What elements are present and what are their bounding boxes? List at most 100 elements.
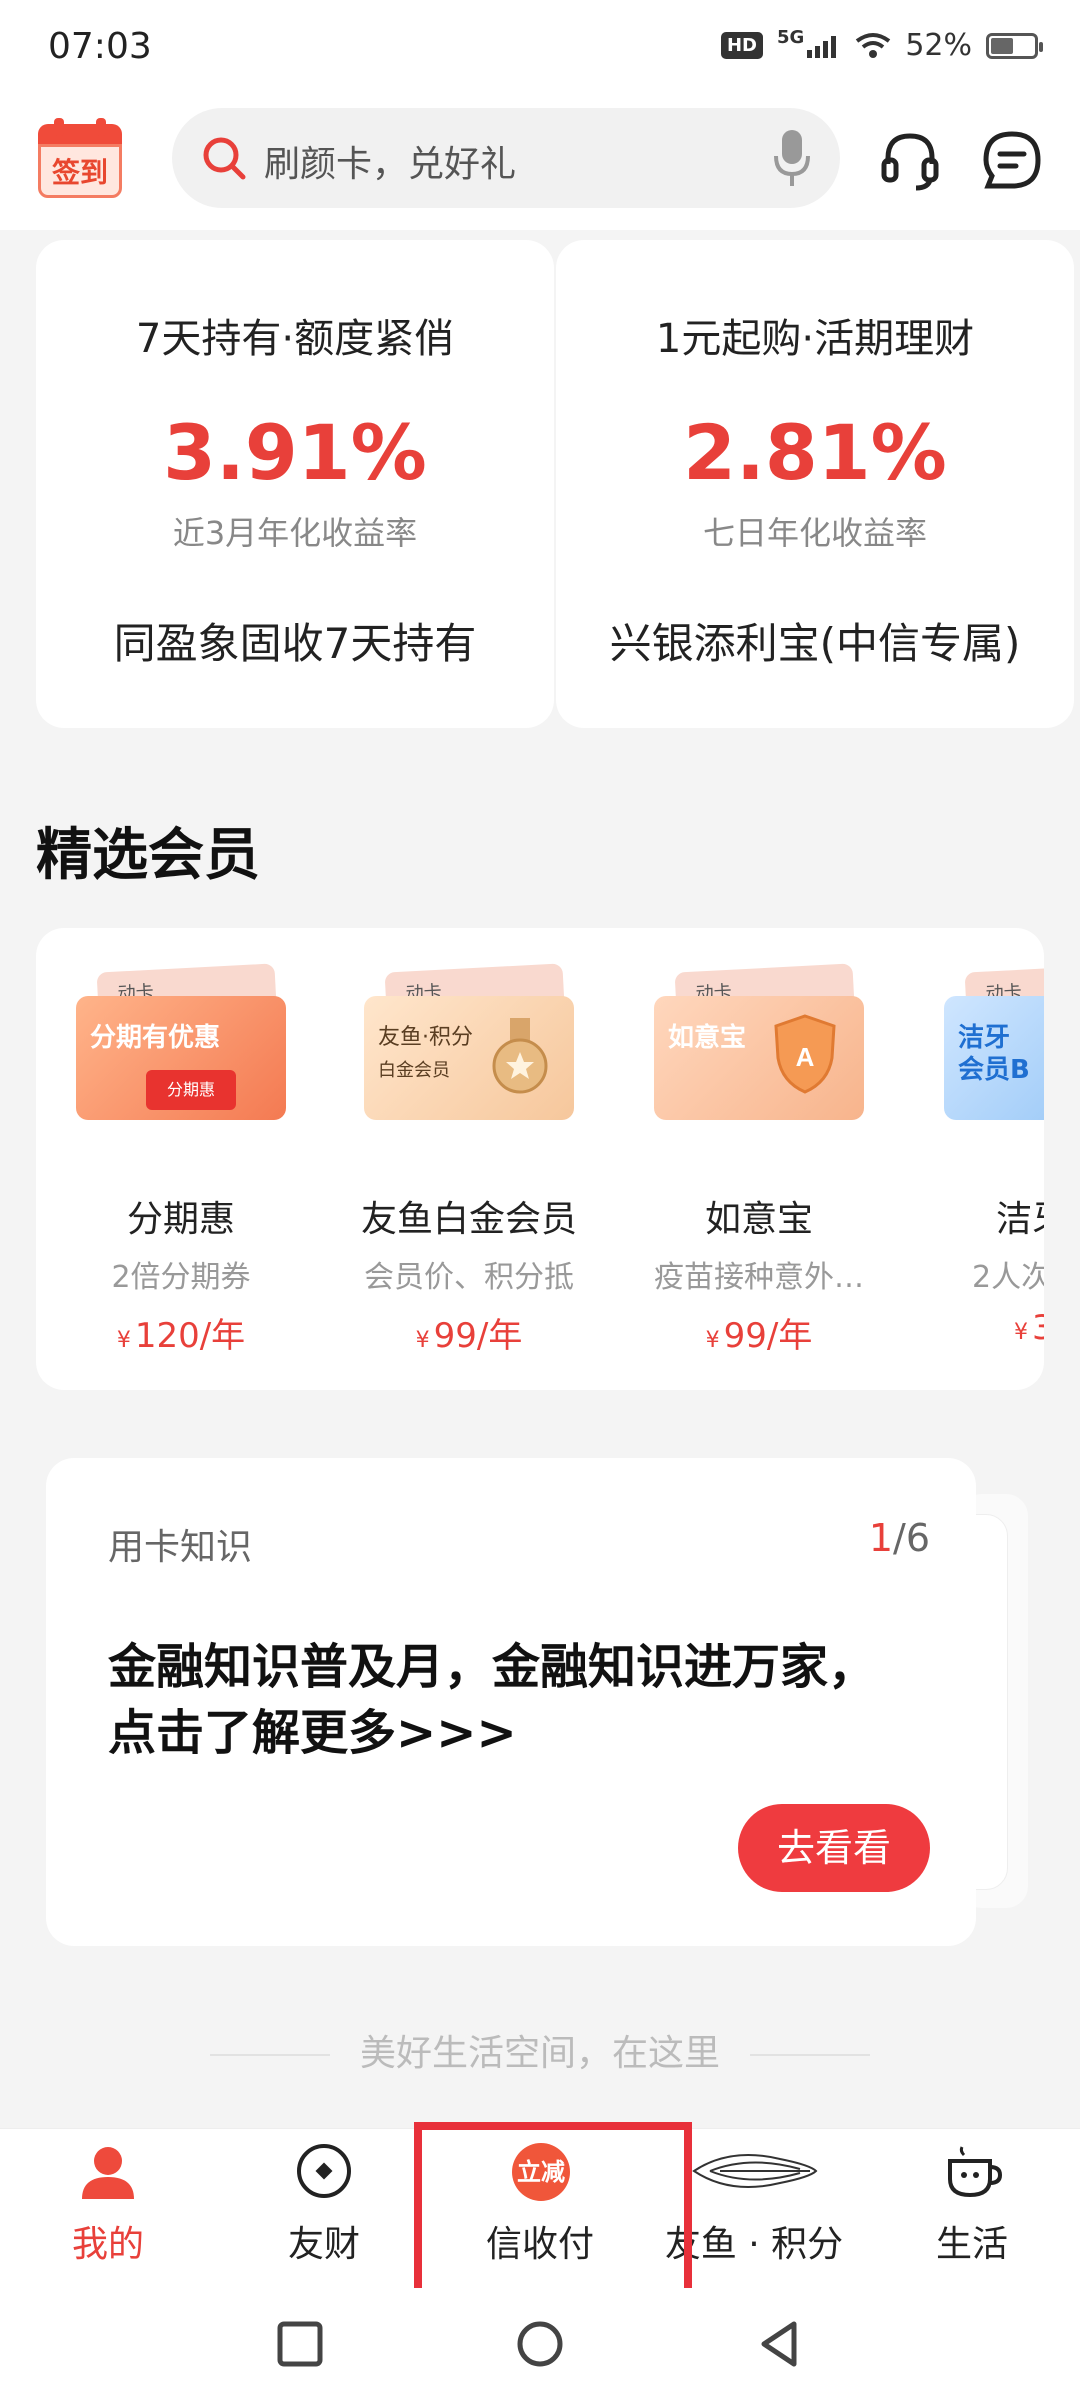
battery-percent: 52% (905, 28, 972, 63)
signal-icon: 5G (777, 27, 841, 58)
knowledge-text: 金融知识普及月，金融知识进万家，点击了解更多>>> (108, 1639, 877, 1761)
customer-service-icon[interactable] (878, 128, 942, 192)
card-image-title: 分期有优惠 (90, 1023, 221, 1053)
fish-icon (692, 2154, 818, 2188)
status-time: 07:03 (48, 26, 152, 67)
search-input[interactable]: 刷颜卡，兑好礼 (172, 108, 840, 208)
membership-item-dental[interactable]: 动卡 洁牙会员B 洁牙会 2人次、 ¥38 (904, 928, 1044, 1390)
tab-wealth[interactable]: 友财 (224, 2129, 424, 2289)
profile-icon (82, 2147, 134, 2199)
system-nav-bar (0, 2288, 1080, 2400)
svg-text:A: A (796, 1042, 815, 1072)
finance-card-current[interactable]: 1元起购·活期理财 2.81% 七日年化收益率 兴银添利宝(中信专属) (556, 240, 1074, 728)
membership-item-installment[interactable]: 动卡 分期有优惠 分期惠 分期惠 2倍分期券 ¥120/年 (36, 928, 326, 1390)
finance-card-title: 7天持有·额度紧俏 (135, 316, 455, 362)
recent-apps-icon[interactable] (272, 2316, 328, 2372)
search-icon (203, 137, 246, 180)
membership-price: ¥99/年 (324, 1308, 614, 1357)
membership-item-platinum[interactable]: 动卡 友鱼·积分 白金会员 友鱼白金会员 会员价、积分抵 ¥99/年 (324, 928, 614, 1390)
microphone-icon[interactable] (772, 128, 812, 188)
card-image-title: 洁牙 会员B (958, 1022, 1030, 1086)
knowledge-pagination: 1/6 (869, 1516, 930, 1560)
card-image-sub: 会员B (958, 1055, 1030, 1085)
finance-card-rate: 3.91% (163, 408, 427, 497)
card-front: 洁牙 会员B (944, 996, 1044, 1120)
checkin-button[interactable]: 签到 (38, 118, 122, 198)
membership-card-image: 动卡 友鱼·积分 白金会员 (364, 963, 574, 1120)
battery-icon (986, 32, 1043, 59)
finance-card-product: 同盈象固收7天持有 (113, 619, 477, 668)
price-value: 120/年 (134, 1316, 246, 1356)
tab-label: 生活 (935, 2224, 1008, 2265)
coin-icon (297, 2144, 351, 2198)
home-icon[interactable] (512, 2316, 568, 2372)
slogan: 美好生活空间，在这里 (0, 2024, 1080, 2076)
membership-price: ¥38 (1014, 1308, 1044, 1348)
calendar-ring-right (96, 118, 106, 136)
tab-label: 友财 (287, 2224, 360, 2265)
finance-card-rate: 2.81% (683, 408, 947, 497)
knowledge-card[interactable]: 用卡知识 1/6 金融知识普及月，金融知识进万家，点击了解更多>>> 去看看 (46, 1458, 976, 1946)
card-image-sub: 白金会员 (378, 1060, 450, 1081)
finance-card-rate-label: 七日年化收益率 (702, 514, 927, 552)
battery-level (991, 37, 1013, 54)
membership-name: 分期惠 (126, 1199, 235, 1240)
tab-mine[interactable]: 我的 (8, 2129, 208, 2289)
slogan-text: 美好生活空间，在这里 (359, 2033, 720, 2074)
calendar-icon (38, 124, 122, 146)
card-front: 分期有优惠 分期惠 (76, 996, 286, 1120)
membership-card-image: 动卡 洁牙 会员B (944, 963, 1044, 1120)
membership-card-image: 动卡 分期有优惠 分期惠 (76, 963, 286, 1120)
membership-name: 友鱼白金会员 (360, 1199, 577, 1240)
checkin-label: 签到 (38, 144, 122, 198)
knowledge-label: 用卡知识 (108, 1527, 253, 1568)
network-type: 5G (777, 26, 805, 48)
finance-card-rate-label: 近3月年化收益率 (172, 514, 418, 552)
membership-desc: 会员价、积分抵 (364, 1260, 574, 1295)
page-current: 1 (868, 1516, 894, 1560)
search-placeholder: 刷颜卡，兑好礼 (264, 144, 517, 185)
membership-desc: 2倍分期券 (111, 1260, 251, 1295)
price-value: 99/年 (723, 1316, 813, 1356)
card-front: 友鱼·积分白金会员 (364, 996, 574, 1120)
status-indicators: HD 5G 52% (720, 27, 1043, 63)
shield-icon: A (774, 1014, 836, 1094)
membership-price: ¥99/年 (614, 1308, 904, 1357)
membership-desc: 2人次、 (972, 1260, 1044, 1295)
currency-symbol: ¥ (705, 1328, 720, 1353)
wifi-icon (856, 32, 891, 58)
membership-item-ruyibao[interactable]: 动卡 如意宝 A 如意宝 疫苗接种意外… ¥99/年 (614, 928, 904, 1390)
hd-badge: HD (720, 32, 763, 59)
currency-symbol: ¥ (415, 1328, 430, 1353)
membership-card-image: 动卡 如意宝 A (654, 963, 864, 1120)
go-see-button[interactable]: 去看看 (738, 1804, 930, 1892)
membership-desc: 疫苗接种意外… (654, 1260, 864, 1295)
card-image-title-text: 洁牙 (958, 1023, 1011, 1053)
card-front: 如意宝 A (654, 996, 864, 1120)
cup-icon (948, 2146, 1002, 2198)
page-total: /6 (893, 1516, 930, 1560)
price-value: 99/年 (433, 1316, 523, 1356)
finance-card-product: 兴银添利宝(中信专属) (609, 619, 1021, 668)
back-icon[interactable] (752, 2316, 808, 2372)
tab-life[interactable]: 生活 (872, 2129, 1072, 2289)
finance-card-7day[interactable]: 7天持有·额度紧俏 3.91% 近3月年化收益率 同盈象固收7天持有 (36, 240, 554, 728)
status-bar: 07:03 HD 5G 52% (0, 0, 1080, 100)
card-image-title: 友鱼·积分白金会员 (378, 1022, 473, 1087)
membership-price: ¥120/年 (36, 1308, 326, 1357)
membership-carousel[interactable]: 动卡 分期有优惠 分期惠 分期惠 2倍分期券 ¥120/年 动卡 友鱼·积分 白金… (36, 928, 1044, 1390)
card-image-title: 如意宝 (668, 1023, 747, 1053)
price-value: 38 (1032, 1308, 1044, 1348)
tab-label: 我的 (71, 2224, 144, 2265)
calendar-ring-left (54, 118, 64, 136)
membership-section-title: 精选会员 (36, 823, 260, 888)
medal-icon (492, 1018, 548, 1094)
card-image-title-text: 友鱼·积分 (378, 1025, 473, 1050)
currency-symbol: ¥ (1014, 1320, 1028, 1345)
membership-name: 洁牙会 (996, 1199, 1044, 1240)
message-icon[interactable] (980, 128, 1044, 192)
top-header: 签到 刷颜卡，兑好礼 (0, 100, 1080, 230)
membership-name: 如意宝 (704, 1199, 813, 1240)
card-image-sub: 分期惠 (146, 1070, 236, 1110)
currency-symbol: ¥ (116, 1328, 131, 1353)
